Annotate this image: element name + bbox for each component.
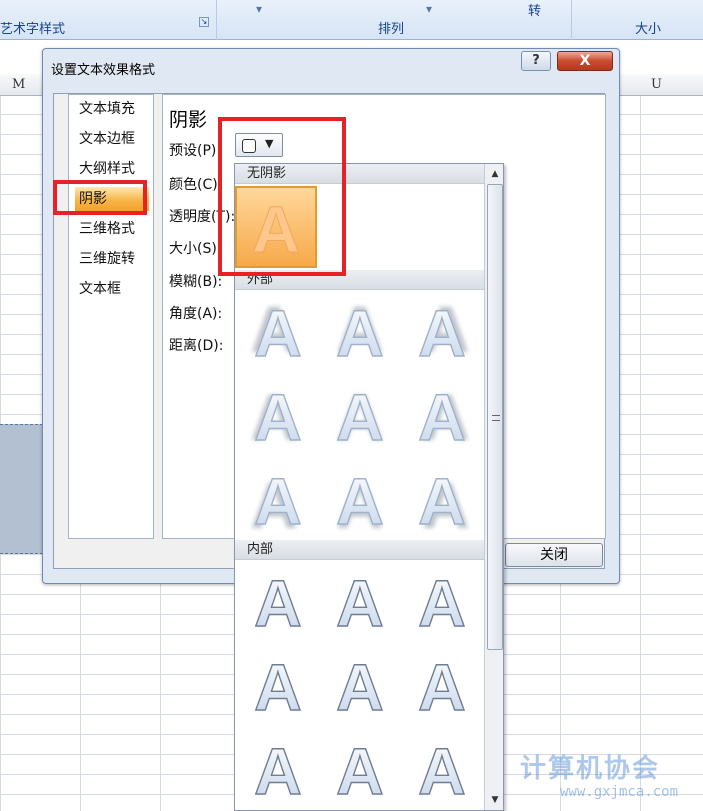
outer-shadow-tile[interactable]: A A [239,292,317,371]
scroll-up-icon[interactable]: ▲ [487,166,503,182]
watermark-text: 计算机协会 [520,754,661,784]
svg-text:A: A [254,296,302,370]
svg-text:A: A [418,380,466,454]
letter-a-icon: A [417,649,466,724]
svg-text:A: A [254,566,302,640]
svg-text:A: A [254,734,302,808]
letter-a-icon: A [417,565,466,640]
svg-text:A: A [336,734,384,808]
outer-shadow-tile[interactable]: A A [321,376,399,454]
letter-a-icon: A A [335,379,384,454]
svg-text:A: A [336,566,384,640]
inner-shadow-tile[interactable]: A [239,646,317,724]
inner-shadow-tile[interactable]: A [403,562,481,640]
watermark-url: www.gxjmca.com [560,784,679,800]
letter-a-icon: A [335,649,384,724]
svg-text:A: A [336,464,384,538]
blur-label: 模糊(B): [169,274,223,290]
category-list: 文本填充 文本边框 大纲样式 阴影 三维格式 三维旋转 文本框 [68,94,154,539]
preset-label: 预设(P): [169,143,222,159]
wordart-object[interactable] [0,424,48,554]
section-header-inner: 内部 [235,540,484,560]
close-icon[interactable]: X [557,51,613,71]
svg-text:A: A [336,296,384,370]
svg-text:A: A [254,650,302,724]
letter-a-icon: A [335,565,384,640]
distance-label: 距离(D): [169,338,224,354]
svg-text:A: A [418,566,466,640]
svg-text:A: A [254,380,302,454]
scroll-down-icon[interactable]: ▼ [487,792,503,808]
outer-shadow-tile[interactable]: A A [321,292,399,371]
column-header-m[interactable]: M [12,77,25,92]
panel-heading: 阴影 [169,109,208,131]
inner-shadow-tile[interactable]: A [321,562,399,640]
svg-text:A: A [418,650,466,724]
gallery-scrollbar[interactable]: ▲ ▼ [484,164,503,810]
letter-a-icon: A A [250,379,302,454]
letter-a-icon: A A [417,379,469,454]
ribbon-group-arrange-label: 排列 [378,22,405,37]
inner-shadow-tile[interactable]: A [239,562,317,640]
ribbon-group-size: 大小 [573,0,703,40]
dialog-launcher-icon[interactable]: ↘ [199,17,209,27]
outer-shadow-tile[interactable]: A A [403,376,481,454]
svg-text:A: A [418,296,466,370]
letter-a-icon: A A [250,292,302,371]
letter-a-icon: A A [250,463,302,542]
svg-text:A: A [418,464,466,538]
nav-item-text-outline[interactable]: 文本边框 [79,127,151,151]
inner-shadow-tile[interactable]: A [239,730,317,808]
arrange-icon[interactable]: ▾ [256,2,262,16]
outer-shadow-tile[interactable]: A A [403,460,481,542]
rotate-label[interactable]: 转 [528,0,541,19]
size-label: 大小(S): [169,241,222,257]
outer-shadow-tile[interactable]: A A [239,460,317,542]
letter-a-icon: A [253,733,302,808]
inner-shadow-tile[interactable]: A [321,646,399,724]
highlight-box-shadow-nav [53,180,147,215]
inner-shadow-tile[interactable]: A [403,730,481,808]
dialog-title: 设置文本效果格式 [51,63,156,78]
nav-item-3d-rotation[interactable]: 三维旋转 [79,247,151,271]
help-button[interactable]: ? [521,51,551,71]
letter-a-icon: A [253,649,302,724]
letter-a-icon: A A [417,292,469,371]
outer-shadow-tile[interactable]: A A [239,376,317,454]
outer-shadow-tile[interactable]: A A [403,292,481,371]
inner-shadow-tile[interactable]: A [403,646,481,724]
nav-item-3d-format[interactable]: 三维格式 [79,217,151,241]
ribbon: 艺术字样式 ↘ ▾ ▾ 排列 转 大小 [0,0,703,40]
color-label: 颜色(C): [169,177,223,193]
close-button[interactable]: 关闭 [505,543,603,567]
nav-item-text-fill[interactable]: 文本填充 [79,97,151,121]
svg-text:A: A [336,380,384,454]
ribbon-group-arrange: ▾ ▾ 排列 转 [218,0,572,40]
grip-icon [492,415,500,421]
nav-item-outline-style[interactable]: 大纲样式 [79,157,151,181]
arrange-icon-2[interactable]: ▾ [426,2,432,16]
nav-item-text-box[interactable]: 文本框 [79,277,151,301]
svg-text:A: A [418,734,466,808]
letter-a-icon: A [335,733,384,808]
letter-a-icon: A A [417,463,469,542]
svg-text:A: A [254,464,302,538]
ribbon-group-size-label: 大小 [635,22,662,37]
highlight-box-preset [218,117,346,276]
inner-shadow-tile[interactable]: A [321,730,399,808]
letter-a-icon: A A [335,292,384,371]
column-header-u[interactable]: U [651,77,662,92]
outer-shadow-tile[interactable]: A A [321,460,399,542]
letter-a-icon: A [253,565,302,640]
angle-label: 角度(A): [169,306,223,322]
letter-a-icon: A [417,733,466,808]
scroll-thumb[interactable] [487,184,503,650]
letter-a-icon: A A [335,463,384,542]
ribbon-group-wordart: 艺术字样式 ↘ [0,0,217,40]
svg-text:A: A [336,650,384,724]
ribbon-group-wordart-label: 艺术字样式 [0,22,66,37]
